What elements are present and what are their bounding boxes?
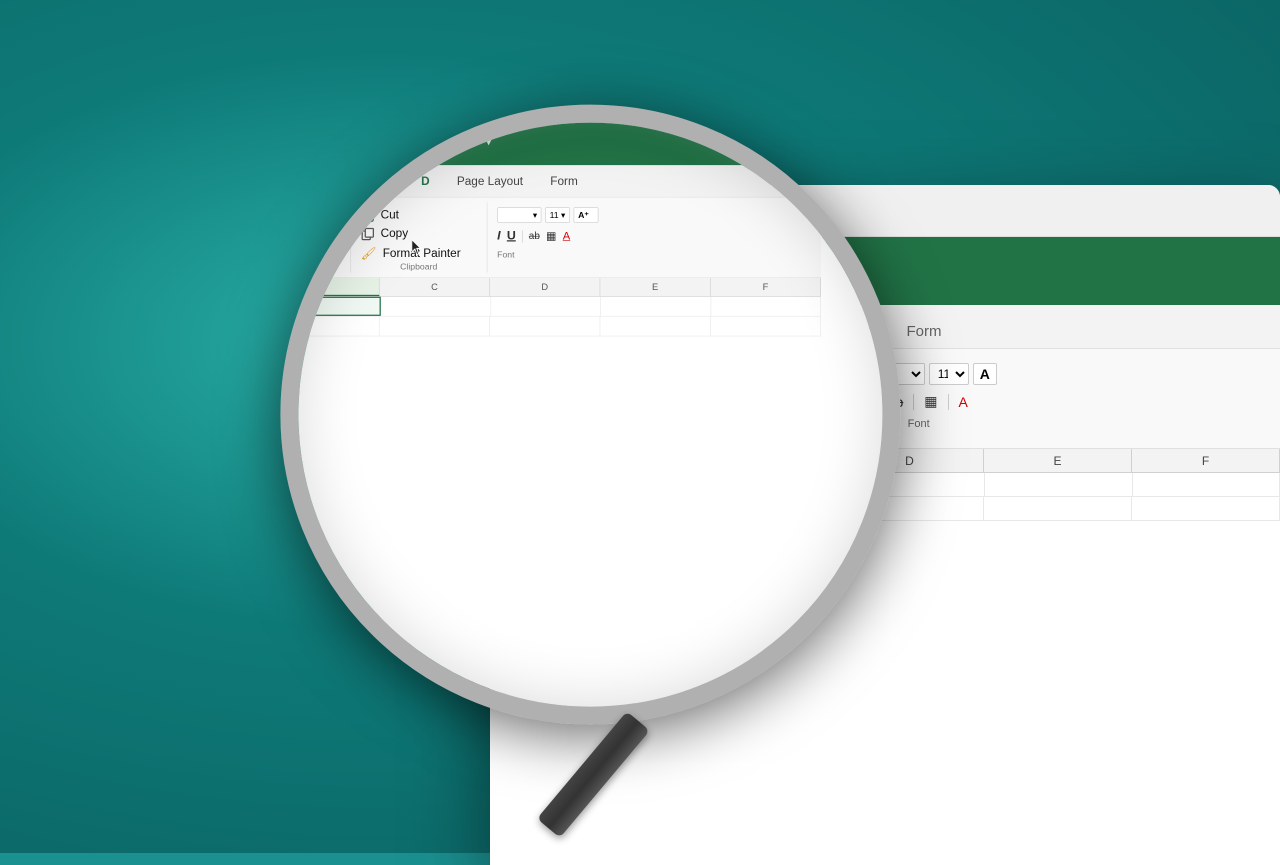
cell-c1[interactable] bbox=[690, 473, 837, 496]
paste-dropdown[interactable]: Paste ▾ bbox=[599, 421, 635, 434]
cell-f2[interactable] bbox=[1132, 497, 1280, 520]
tab-file[interactable]: File bbox=[510, 313, 570, 349]
font-grow-button[interactable]: A bbox=[973, 363, 997, 385]
format-painter-item[interactable]: 🖌 Format Painter bbox=[675, 411, 802, 431]
tab-page-layout[interactable]: Page Layout bbox=[768, 315, 888, 348]
row-num-2: 2 bbox=[490, 497, 540, 520]
row-num-col-header bbox=[490, 449, 540, 472]
tab-draw[interactable]: D bbox=[721, 313, 768, 349]
copy-icon bbox=[675, 387, 693, 405]
row-num-1: 1 bbox=[490, 473, 540, 496]
excel-header: Excel Book1 - Saved ▾ bbox=[490, 237, 1280, 305]
nav-arrows: ‹ › bbox=[651, 202, 670, 220]
font-size-select[interactable]: 11 bbox=[929, 363, 969, 385]
back-arrow[interactable]: ‹ bbox=[651, 202, 656, 220]
cell-e1[interactable] bbox=[985, 473, 1132, 496]
undo-icons: ↺ ↻ bbox=[518, 378, 563, 404]
traffic-lights bbox=[510, 204, 568, 218]
format-painter-icon: 🖌 bbox=[675, 411, 695, 431]
app-name: Excel bbox=[558, 255, 629, 287]
underline-button[interactable]: U bbox=[853, 392, 871, 412]
copy-label: Copy bbox=[701, 388, 734, 404]
paste-label: Paste bbox=[599, 422, 627, 434]
cell-f1[interactable] bbox=[1133, 473, 1280, 496]
doc-dropdown[interactable]: ▾ bbox=[808, 261, 817, 282]
italic-button[interactable]: I bbox=[835, 392, 847, 412]
clipboard-items: Cut Copy 🖌 Format Painter bbox=[675, 363, 802, 431]
ribbon-section-clipboard: Cut Copy 🖌 Format Painter Clipboard bbox=[659, 355, 819, 442]
dropdown-chevron: ▾ bbox=[632, 202, 639, 219]
font-family-select[interactable] bbox=[835, 363, 925, 385]
font-row1: 11 A bbox=[835, 363, 1003, 385]
col-header-e[interactable]: E bbox=[984, 449, 1132, 472]
col-header-c[interactable]: C bbox=[688, 449, 836, 472]
close-button[interactable] bbox=[510, 204, 524, 218]
grid-header: B C D E F bbox=[490, 449, 1280, 473]
doc-title: Book1 - Saved bbox=[657, 260, 788, 283]
col-header-b[interactable]: B bbox=[540, 449, 688, 472]
format-painter-label: Format Painter bbox=[703, 413, 796, 429]
cell-c2[interactable] bbox=[688, 497, 836, 520]
table-row: 1 bbox=[490, 473, 1280, 497]
col-header-f[interactable]: F bbox=[1132, 449, 1280, 472]
font-separator3 bbox=[948, 394, 949, 410]
table-row: 2 bbox=[490, 497, 1280, 521]
font-separator bbox=[877, 394, 878, 410]
cut-item[interactable]: Cut bbox=[675, 363, 802, 381]
forward-arrow[interactable]: › bbox=[664, 202, 669, 220]
paste-button[interactable]: 📋 bbox=[592, 363, 642, 410]
cell-e2[interactable] bbox=[984, 497, 1132, 520]
title-bar-right: ▾ ‹ › bbox=[598, 200, 670, 222]
minimize-button[interactable] bbox=[532, 204, 546, 218]
cell-b2[interactable] bbox=[540, 497, 688, 520]
app-grid-icon[interactable] bbox=[510, 259, 534, 283]
tab-insert[interactable]: Insert bbox=[648, 313, 722, 349]
font-row2: I U ab ▦ A bbox=[835, 391, 1003, 412]
ribbon-tabs: File Home Insert D Page Layout Form bbox=[490, 305, 1280, 349]
cell-d2[interactable] bbox=[836, 497, 984, 520]
cut-label: Cut bbox=[701, 364, 723, 380]
sidebar-icon bbox=[598, 200, 626, 222]
undo-label: Undo bbox=[527, 408, 553, 420]
scissors-icon bbox=[675, 363, 693, 381]
tab-home[interactable]: Home bbox=[570, 313, 648, 349]
sidebar-toggle[interactable]: ▾ bbox=[598, 200, 639, 222]
strikethrough-button[interactable]: ab bbox=[884, 392, 908, 412]
cell-d1[interactable] bbox=[838, 473, 985, 496]
ribbon-section-undo: ↺ ↻ Undo bbox=[506, 355, 576, 442]
ribbon-section-font: 11 A I U ab ▦ A Font bbox=[819, 355, 1019, 442]
clipboard-label: Clipboard bbox=[675, 435, 802, 447]
col-header-d[interactable]: D bbox=[836, 449, 984, 472]
ribbon-content: ↺ ↻ Undo 📋 Paste ▾ bbox=[490, 349, 1280, 449]
paste-chevron: ▾ bbox=[629, 421, 635, 434]
font-label: Font bbox=[835, 418, 1003, 430]
copy-item[interactable]: Copy bbox=[675, 387, 802, 405]
tab-formulas[interactable]: Form bbox=[888, 315, 959, 348]
title-bar: ▾ ‹ › bbox=[490, 185, 1280, 237]
font-separator2 bbox=[913, 394, 914, 410]
cell-b1[interactable] bbox=[540, 473, 690, 496]
ribbon-section-paste: 📋 Paste ▾ bbox=[576, 355, 659, 442]
undo-button[interactable]: ↺ bbox=[518, 378, 536, 404]
spreadsheet-area: B C D E F 1 2 bbox=[490, 449, 1280, 521]
maximize-button[interactable] bbox=[554, 204, 568, 218]
redo-button[interactable]: ↻ bbox=[544, 378, 562, 404]
border-button[interactable]: ▦ bbox=[920, 391, 941, 412]
font-color-button[interactable]: A bbox=[955, 392, 972, 412]
excel-window: ▾ ‹ › Excel Book1 - Saved ▾ File Home In… bbox=[490, 185, 1280, 865]
